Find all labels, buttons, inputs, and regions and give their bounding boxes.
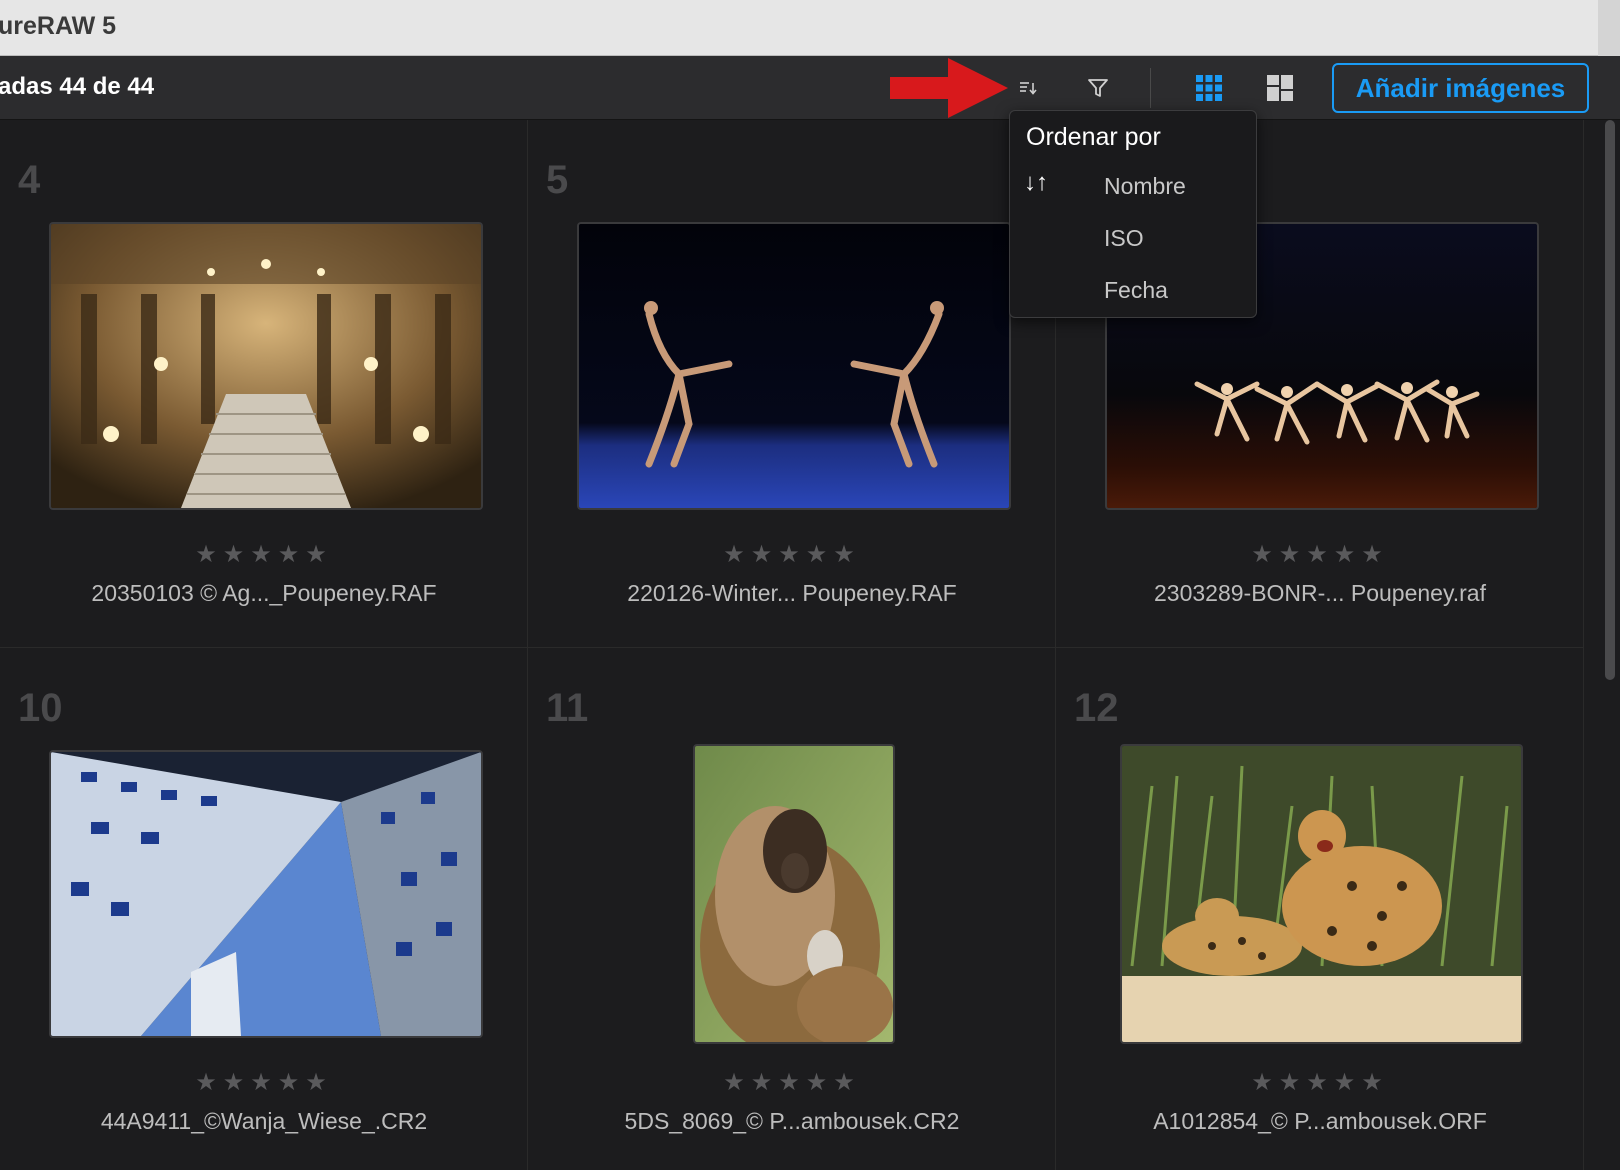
- sort-menu-title: Ordenar por: [1026, 123, 1161, 151]
- toolbar: adas 44 de 44 Añadir imágenes: [0, 56, 1620, 120]
- image-thumbnail[interactable]: [49, 222, 483, 510]
- image-cell[interactable]: 11 ★★★★★ 5DS_8069_© P...ambousek.CR2: [528, 648, 1056, 1170]
- image-filename: 220126-Winter... Poupeney.RAF: [627, 580, 957, 606]
- star-rating[interactable]: ★★★★★: [528, 540, 1056, 569]
- add-images-button[interactable]: Añadir imágenes: [1332, 63, 1589, 113]
- sort-icon[interactable]: [1012, 72, 1044, 104]
- image-filename: 44A9411_©Wanja_Wiese_.CR2: [100, 1108, 428, 1134]
- image-filename: 2303289-BONR-... Poupeney.raf: [1154, 580, 1486, 606]
- sort-option-name[interactable]: Nombre: [1104, 173, 1186, 200]
- image-cell[interactable]: 12 ★★★★★ A1012854_© P...ambousek.ORF: [1056, 648, 1584, 1170]
- title-bar-corner: [1598, 0, 1620, 56]
- sort-option-iso[interactable]: ISO: [1104, 225, 1144, 252]
- vertical-scrollbar[interactable]: [1600, 120, 1620, 1170]
- mosaic-view-icon[interactable]: [1264, 72, 1296, 104]
- window-title: ureRAW 5: [0, 12, 117, 40]
- image-thumbnail[interactable]: [693, 744, 895, 1044]
- image-cell[interactable]: 5 ★★★★★ 220126-Winter... Poupeney.RAF: [528, 120, 1056, 648]
- filter-icon[interactable]: [1082, 72, 1114, 104]
- image-index: 4: [18, 158, 41, 202]
- title-bar: ureRAW 5: [0, 0, 1620, 56]
- image-thumbnail[interactable]: [577, 222, 1011, 510]
- star-rating[interactable]: ★★★★★: [0, 1068, 528, 1097]
- image-index: 5: [546, 158, 569, 202]
- image-filename: A1012854_© P...ambousek.ORF: [1153, 1108, 1487, 1134]
- sort-direction-icon[interactable]: ↓↑: [1024, 169, 1048, 197]
- grid-view-icon[interactable]: [1193, 72, 1225, 104]
- scrollbar-thumb[interactable]: [1605, 120, 1615, 680]
- annotation-arrow-icon: [890, 58, 1008, 118]
- image-cell[interactable]: 4 ★★★★★ 20350103 © Ag..._Poupeney.RAF: [0, 120, 528, 648]
- sort-option-date[interactable]: Fecha: [1104, 277, 1168, 304]
- image-thumbnail[interactable]: [49, 750, 483, 1038]
- image-index: 12: [1074, 686, 1119, 730]
- image-index: 11: [546, 686, 589, 730]
- star-rating[interactable]: ★★★★★: [1056, 1068, 1584, 1097]
- image-grid: 4 ★★★★★ 20350103 © Ag..._Poupeney.RAF 5 …: [0, 120, 1600, 1170]
- star-rating[interactable]: ★★★★★: [1056, 540, 1584, 569]
- image-index: 10: [18, 686, 63, 730]
- image-cell[interactable]: 10 ★★★★★ 44A9411_©Wanja_Wiese_.CR2: [0, 648, 528, 1170]
- star-rating[interactable]: ★★★★★: [528, 1068, 1056, 1097]
- image-filename: 20350103 © Ag..._Poupeney.RAF: [91, 580, 437, 606]
- image-filename: 5DS_8069_© P...ambousek.CR2: [624, 1108, 960, 1134]
- image-thumbnail[interactable]: [1120, 744, 1523, 1044]
- star-rating[interactable]: ★★★★★: [0, 540, 528, 569]
- sort-menu: Ordenar por ↓↑ Nombre ISO Fecha: [1009, 110, 1257, 318]
- toolbar-separator: [1150, 68, 1151, 108]
- image-count-label: adas 44 de 44: [0, 73, 155, 100]
